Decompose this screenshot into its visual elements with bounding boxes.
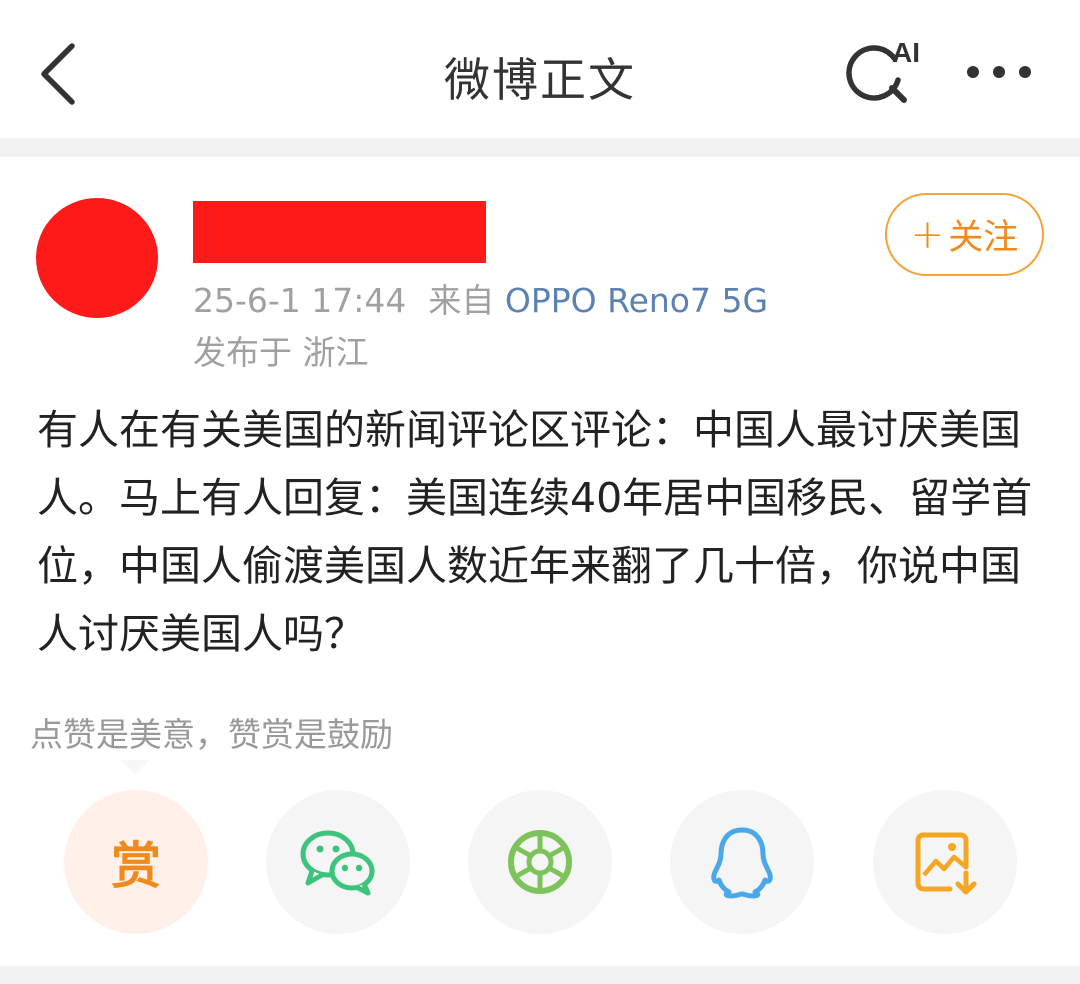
qq-icon xyxy=(711,827,773,899)
post-timestamp: 25-6-1 17:44 xyxy=(193,281,407,320)
ai-search-icon: AI xyxy=(846,37,920,103)
save-image-icon xyxy=(915,832,977,895)
device-link[interactable]: OPPO Reno7 5G xyxy=(505,281,768,320)
tooltip-pointer xyxy=(120,760,150,774)
save-image-button[interactable] xyxy=(873,790,1017,934)
follow-button[interactable]: + 关注 xyxy=(885,193,1044,276)
share-wechat-button[interactable] xyxy=(266,790,410,934)
weibo-post-page: 微博正文 AI + 关注 25-6-1 17:44 来自 OPPO Reno7 5… xyxy=(0,0,1080,984)
plus-icon: + xyxy=(910,211,945,258)
more-options-button[interactable] xyxy=(960,52,1040,92)
follow-label: 关注 xyxy=(948,218,1019,258)
ai-search-button[interactable]: AI xyxy=(842,36,922,108)
reward-button[interactable]: 赏 xyxy=(64,790,208,934)
reward-hint: 点赞是美意，赞赏是鼓励 xyxy=(30,715,393,754)
share-moments-button[interactable] xyxy=(468,790,612,934)
section-divider xyxy=(0,138,1080,157)
reward-icon: 赏 xyxy=(111,837,161,895)
ai-label: AI xyxy=(892,37,920,68)
moments-icon xyxy=(508,830,572,894)
bottom-divider xyxy=(0,966,1080,984)
top-nav-bar: 微博正文 AI xyxy=(0,0,1080,138)
more-dots-icon xyxy=(967,66,1031,78)
source-prefix: 来自 xyxy=(428,281,495,320)
share-qq-button[interactable] xyxy=(670,790,814,934)
avatar[interactable] xyxy=(36,198,158,318)
post-location: 发布于 浙江 xyxy=(193,333,369,372)
wechat-icon xyxy=(300,830,375,896)
username-redacted[interactable] xyxy=(193,201,486,263)
post-body: 有人在有关美国的新闻评论区评论：中国人最讨厌美国人。马上有人回复：美国连续40年… xyxy=(37,406,1033,658)
post-meta: 25-6-1 17:44 来自 OPPO Reno7 5G xyxy=(193,274,768,322)
